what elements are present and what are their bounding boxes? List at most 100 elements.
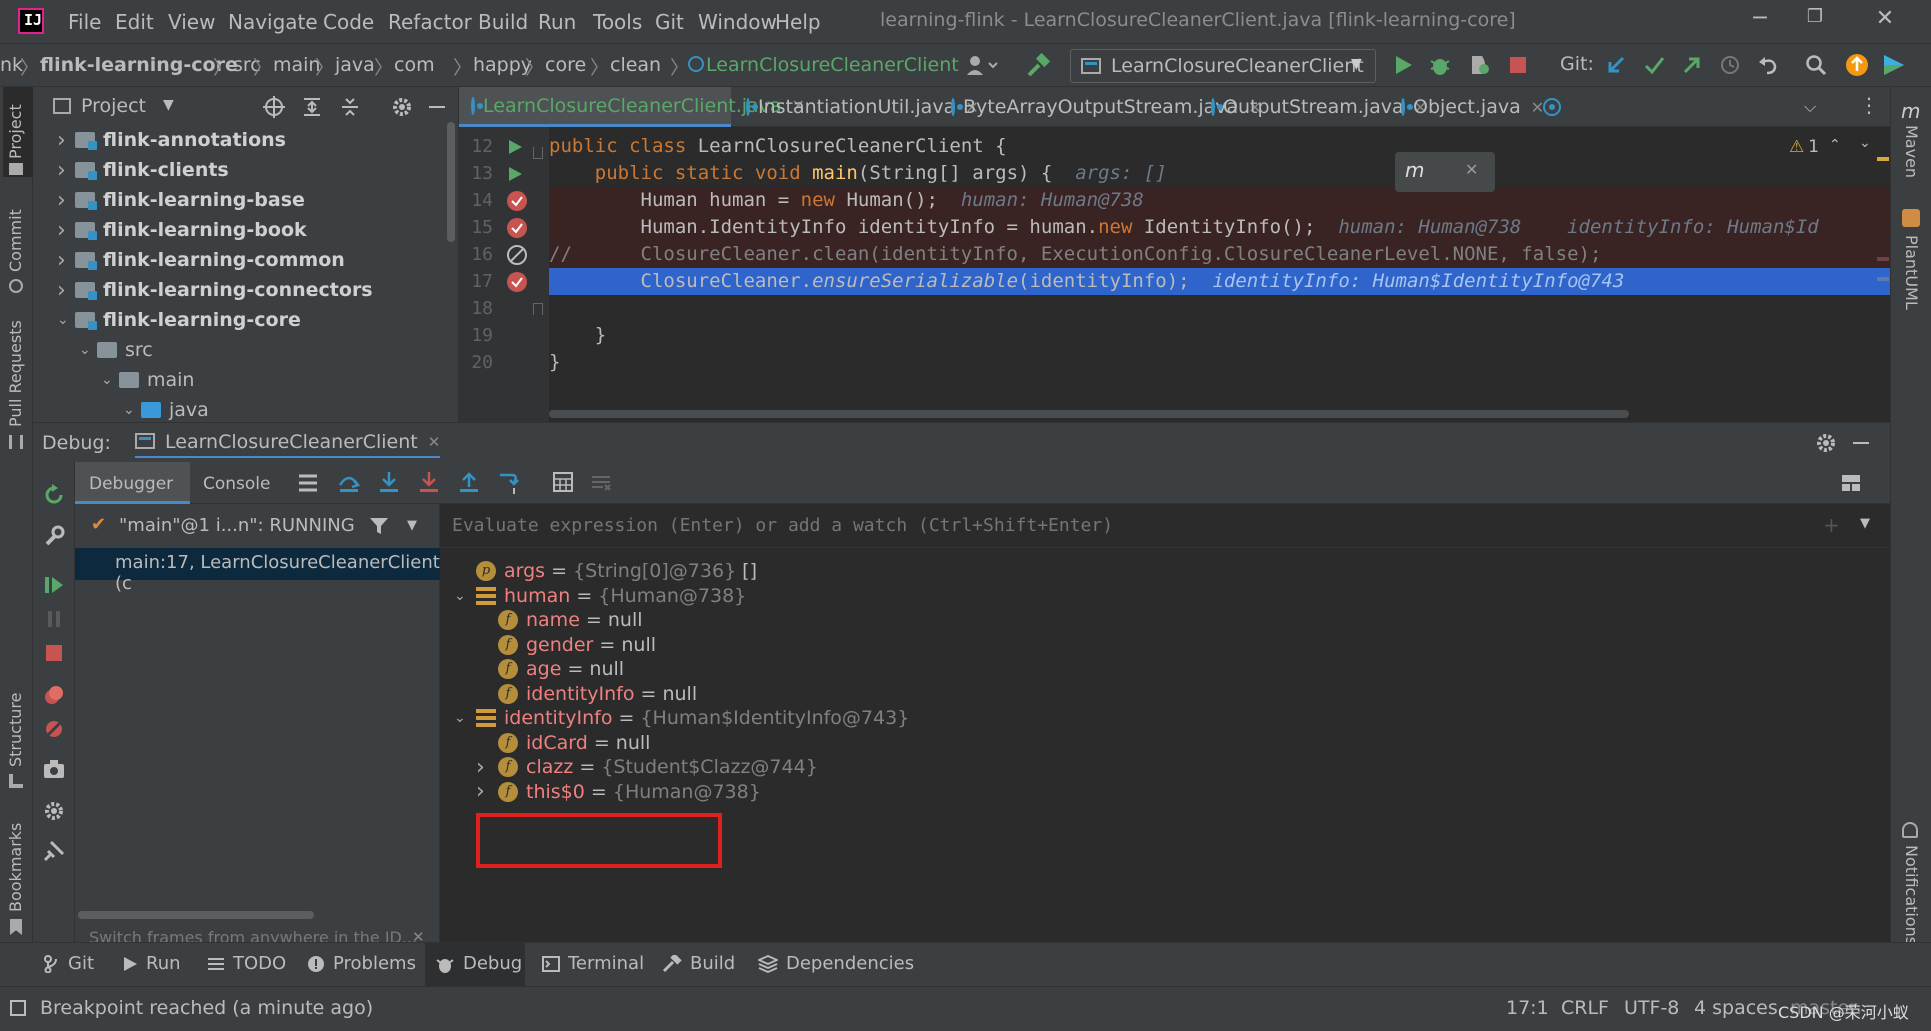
chevron-up-icon[interactable]: ⌃ [1829,137,1841,153]
chevron-down-icon[interactable]: ⌄ [454,710,476,726]
collapse-all-icon[interactable] [339,96,361,118]
code-line[interactable] [549,295,1890,322]
pin-icon[interactable] [43,840,65,862]
menu-build[interactable]: Build [478,10,528,34]
breadcrumb-happy[interactable]: happy [473,54,532,76]
chevron-down-icon[interactable]: ▼ [407,518,417,533]
intellij-logo-icon[interactable]: IJ [18,8,44,34]
user-icon[interactable] [965,53,999,77]
expand-all-icon[interactable] [301,96,323,118]
menu-code[interactable]: Code [323,10,374,34]
locate-icon[interactable] [263,96,285,118]
restore-icon[interactable]: ❐ [1800,6,1830,36]
menu-tools[interactable]: Tools [593,10,642,34]
tool-git[interactable]: Git [44,953,94,974]
evaluate-expression-input[interactable] [440,504,1810,547]
menu-navigate[interactable]: Navigate [228,10,318,34]
chevron-right-icon[interactable]: › [476,779,498,804]
project-panel-title[interactable]: Project [81,95,146,117]
chevron-down-icon[interactable]: ⌄ [57,312,75,328]
status-panel-icon[interactable] [10,1000,26,1016]
warnings-indicator[interactable]: ⚠ 1 [1789,137,1819,157]
breadcrumb-clean[interactable]: clean [610,54,661,76]
close-icon[interactable]: ✕ [1465,160,1478,179]
tree-node-src[interactable]: ⌄ src [79,335,153,365]
breadcrumb-learnclosurecleanerclient[interactable]: LearnClosureCleanerClient [706,54,959,76]
editor-tab-learnclosurecleanerclient-java[interactable]: LearnClosureCleanerClient.java ✕ [459,87,805,127]
breadcrumb-java[interactable]: java [335,54,375,76]
maven-reload-icon[interactable]: m [1405,158,1424,182]
history-icon[interactable] [1719,54,1741,76]
git-update-icon[interactable] [1605,54,1627,76]
stripe-commit[interactable]: Commit [6,209,25,272]
git-commit-icon[interactable] [1643,54,1665,76]
stack-frame-selected[interactable]: main:17, LearnClosureCleanerClient (c [75,548,440,594]
menu-file[interactable]: File [68,10,101,34]
tab-console[interactable]: Console [203,474,271,494]
tool-problems[interactable]: Problems [307,953,416,974]
tree-node-main[interactable]: ⌄ main [101,365,194,395]
tree-node-flink-learning-base[interactable]: › flink-learning-base [57,185,305,215]
fold-marker-icon[interactable] [533,147,543,159]
breakpoint-icon[interactable] [507,218,527,238]
editor-tab-object-java[interactable]: Object.java ✕ [1389,87,1544,127]
code-line[interactable]: Human human = new Human(); human: Human@… [549,187,1890,214]
breadcrumb-core[interactable]: core [545,54,586,76]
line-separator[interactable]: CRLF [1561,997,1609,1019]
caret-position[interactable]: 17:1 [1506,997,1549,1019]
variable-identityinfo[interactable]: f identityInfo = null [476,682,697,706]
code-line[interactable]: // ClosureCleaner.clean(identityInfo, Ex… [549,241,1890,268]
editor-tab-bytearrayoutputstream-java[interactable]: ByteArrayOutputStream.java ✕ [939,87,1262,127]
menu-help[interactable]: Help [775,10,821,34]
run-gutter-icon[interactable] [507,166,523,182]
chevron-right-icon[interactable]: › [57,248,75,273]
debug-bug-icon[interactable] [1428,53,1452,77]
build-hammer-icon[interactable] [1025,53,1051,79]
variable-args[interactable]: p args = {String[0]@736}[] [454,559,757,583]
tool-dependencies[interactable]: Dependencies [758,953,914,974]
variable-human[interactable]: ⌄ human = {Human@738} [454,584,752,608]
tool-debug[interactable]: Debug [435,953,522,974]
debug-session-tab[interactable]: LearnClosureCleanerClient ✕ [135,428,441,458]
chevron-down-icon[interactable]: ⌄ [79,342,97,358]
variable-gender[interactable]: f gender = null [476,633,656,657]
minimize-icon[interactable]: ─ [1745,6,1775,36]
tab-list-chevron-icon[interactable]: ⌵ [1804,97,1816,117]
project-scrollbar[interactable] [447,122,455,242]
code-line[interactable]: public class LearnClosureCleanerClient { [549,133,1890,160]
code-editor[interactable]: 12 13 14 15 16 17 18 19 20 public class LearnClo… [459,127,1890,422]
gear-icon[interactable] [43,800,65,822]
code-line[interactable]: ClosureCleaner.ensureSerializable(identi… [549,268,1890,295]
variable-identityinfo[interactable]: ⌄ identityInfo = {Human$IdentityInfo@743} [454,706,915,730]
run-to-cursor-icon[interactable] [498,471,522,495]
more-options-icon[interactable]: ⋮ [1859,93,1879,117]
chevron-right-icon[interactable]: › [57,218,75,243]
camera-icon[interactable] [43,758,65,780]
thread-selector[interactable]: ✔ "main"@1 i...n": RUNNING ▼ [75,504,440,548]
tool-terminal[interactable]: Terminal [542,953,644,974]
breadcrumb-main[interactable]: main [273,54,320,76]
step-out-icon[interactable] [458,471,480,495]
layout-icon[interactable] [298,474,318,492]
stop-icon[interactable] [1508,55,1528,75]
editor-tab-instantiationutil-java[interactable]: InstantiationUtil.java ✕ [734,87,979,127]
stripe-bookmarks[interactable]: Bookmarks [6,823,25,912]
search-icon[interactable] [1805,54,1827,76]
chevron-right-icon[interactable]: › [57,128,75,153]
stripe-pull-requests[interactable]: Pull Requests [6,320,25,427]
variable-name[interactable]: f name = null [476,608,643,632]
hide-panel-icon[interactable] [429,106,445,108]
plugin-logo-icon[interactable] [1882,53,1906,77]
mute-breakpoints-icon[interactable] [43,718,65,740]
variable-clazz[interactable]: › f clazz = {Student$Clazz@744} [476,755,824,780]
stop-icon[interactable] [43,642,65,664]
menu-window[interactable]: Window [698,10,777,34]
chevron-down-icon[interactable]: ⌄ [101,372,119,388]
tool-run[interactable]: Run [122,953,181,974]
tool-build[interactable]: Build [662,953,735,974]
variable-idcard[interactable]: f idCard = null [476,731,650,755]
fold-marker-icon[interactable] [533,303,543,315]
tool-todo[interactable]: TODO [207,953,286,974]
close-window-icon[interactable]: ✕ [1870,6,1900,36]
close-icon[interactable]: ✕ [428,433,441,451]
